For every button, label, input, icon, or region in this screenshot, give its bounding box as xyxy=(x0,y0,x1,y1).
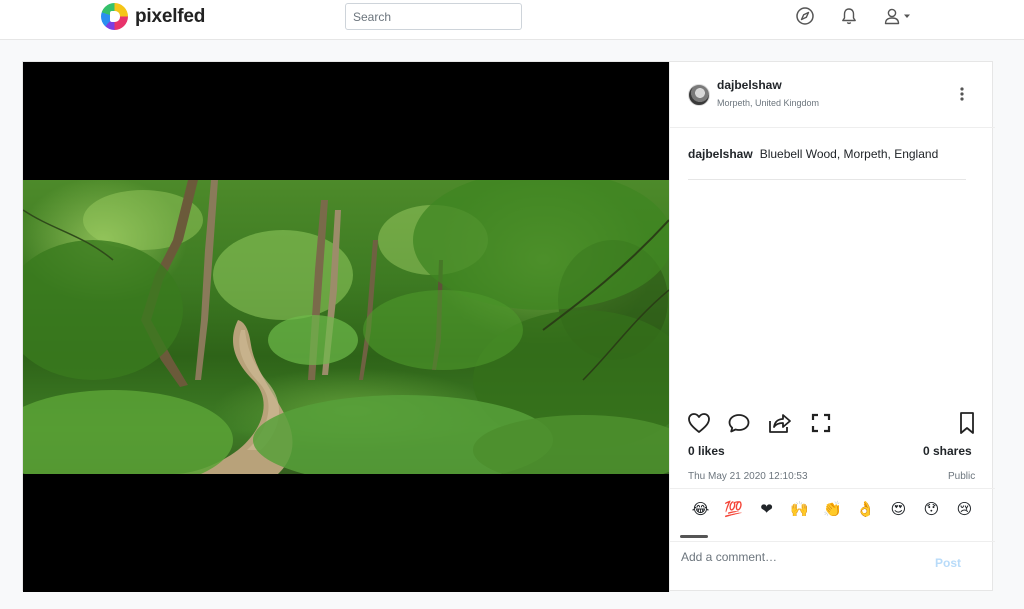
emoji-button[interactable]: 😢 xyxy=(948,498,981,520)
notifications-bell-icon[interactable] xyxy=(838,5,860,27)
emoji-button[interactable]: 😍 xyxy=(882,498,915,520)
bookmark-icon[interactable] xyxy=(954,410,980,436)
more-options-icon[interactable] xyxy=(952,84,972,104)
emoji-button[interactable]: 💯 xyxy=(717,498,750,520)
brand-name: pixelfed xyxy=(135,5,206,27)
author-username[interactable]: dajbelshaw xyxy=(717,78,782,92)
avatar[interactable] xyxy=(688,84,710,106)
divider xyxy=(670,488,995,489)
like-heart-icon[interactable] xyxy=(686,410,712,436)
emoji-button[interactable]: ❤ xyxy=(750,498,783,520)
caret-down-icon xyxy=(904,14,910,18)
author-location[interactable]: Morpeth, United Kingdom xyxy=(717,98,819,108)
emoji-reactions-bar[interactable]: 😂💯❤🙌👏👌😍😯😢😅 xyxy=(684,498,989,520)
emoji-button[interactable]: 🙌 xyxy=(783,498,816,520)
post-caption: dajbelshaw Bluebell Wood, Morpeth, Englan… xyxy=(688,147,938,161)
brand-link[interactable]: pixelfed xyxy=(101,3,205,30)
search-input[interactable] xyxy=(345,3,522,30)
emoji-button[interactable]: 👏 xyxy=(816,498,849,520)
emoji-button[interactable]: 👌 xyxy=(849,498,882,520)
share-icon[interactable] xyxy=(767,410,793,436)
divider xyxy=(688,179,966,180)
user-icon xyxy=(884,8,900,25)
post-author-header: dajbelshaw Morpeth, United Kingdom xyxy=(670,62,995,128)
discover-compass-icon[interactable] xyxy=(794,5,816,27)
likes-count[interactable]: 0 likes xyxy=(688,444,725,458)
post-photo xyxy=(23,180,669,474)
emoji-button[interactable]: 😯 xyxy=(915,498,948,520)
post-card: dajbelshaw Morpeth, United Kingdom dajbe… xyxy=(22,61,995,592)
caption-text: Bluebell Wood, Morpeth, England xyxy=(759,147,939,161)
comment-input[interactable] xyxy=(681,546,921,568)
post-sidebar: dajbelshaw Morpeth, United Kingdom dajbe… xyxy=(669,62,995,592)
user-menu-toggle[interactable] xyxy=(882,5,914,27)
emoji-button[interactable]: 😂 xyxy=(684,498,717,520)
top-navbar: pixelfed xyxy=(0,0,1024,40)
fullscreen-expand-icon[interactable] xyxy=(808,410,834,436)
post-media[interactable] xyxy=(23,62,669,592)
visibility-label: Public xyxy=(948,471,976,482)
emoji-scrollbar[interactable] xyxy=(680,535,708,538)
emoji-button[interactable]: 😅 xyxy=(981,498,989,520)
divider xyxy=(670,541,995,542)
pixelfed-logo-icon xyxy=(101,3,128,30)
shares-count[interactable]: 0 shares xyxy=(923,444,972,458)
comment-bubble-icon[interactable] xyxy=(726,410,752,436)
post-timestamp[interactable]: Thu May 21 2020 12:10:53 xyxy=(688,471,808,482)
post-comment-button[interactable]: Post xyxy=(935,556,961,570)
caption-username[interactable]: dajbelshaw xyxy=(688,147,753,161)
woodland-scene xyxy=(23,180,669,474)
